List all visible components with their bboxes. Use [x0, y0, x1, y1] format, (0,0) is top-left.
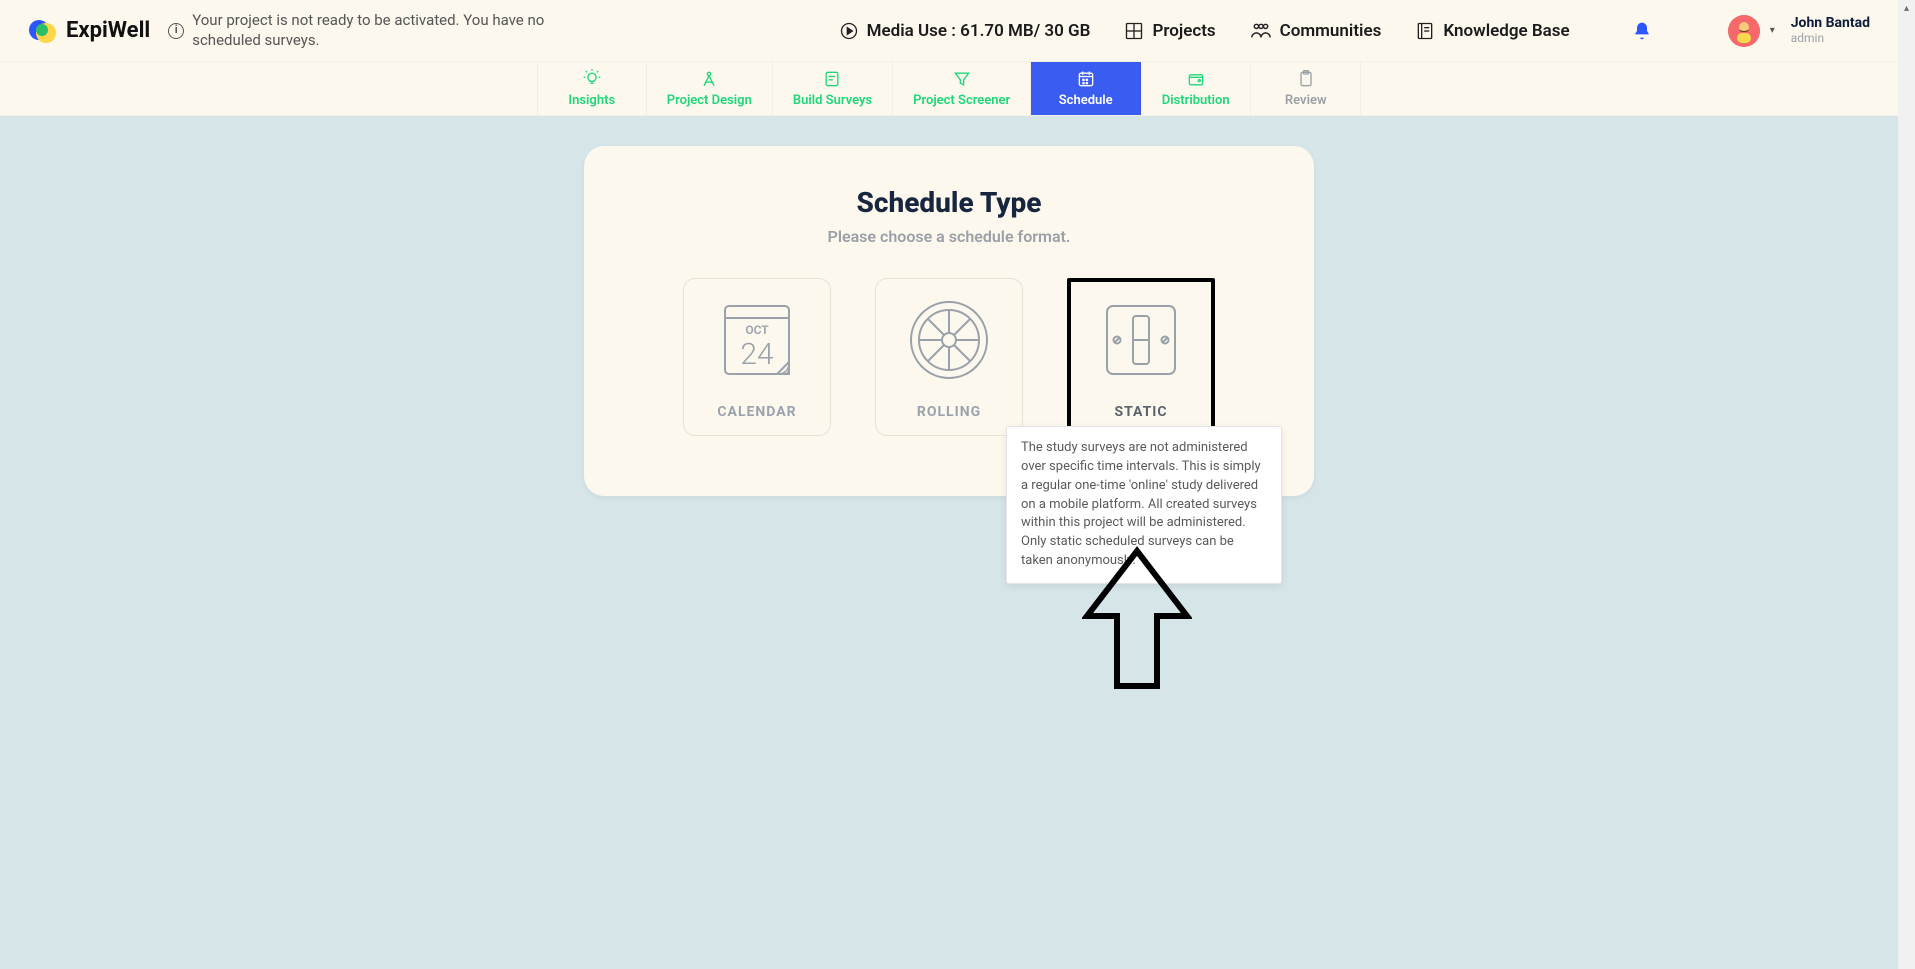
schedule-type-rolling[interactable]: ROLLING: [875, 278, 1023, 436]
calendar-page-icon: OCT 24: [711, 294, 803, 386]
tab-project-design[interactable]: Project Design: [647, 62, 773, 115]
tab-project-screener[interactable]: Project Screener: [893, 62, 1031, 115]
switch-plate-icon: [1095, 294, 1187, 386]
user-menu[interactable]: ▾ John Bantad admin: [1728, 15, 1870, 47]
people-icon: [1250, 21, 1272, 41]
main-content: Schedule Type Please choose a schedule f…: [0, 116, 1898, 496]
wheel-icon: [903, 294, 995, 386]
nav-knowledge-base[interactable]: Knowledge Base: [1407, 15, 1577, 47]
calendar-icon: [1076, 69, 1096, 89]
media-use-indicator[interactable]: Media Use : 61.70 MB/ 30 GB: [831, 15, 1099, 47]
tab-insights[interactable]: Insights: [537, 62, 647, 115]
nav-projects-label: Projects: [1152, 21, 1215, 41]
svg-text:OCT: OCT: [745, 323, 769, 337]
schedule-type-calendar[interactable]: OCT 24 CALENDAR: [683, 278, 831, 436]
user-role: admin: [1791, 32, 1870, 45]
project-status-message: i Your project is not ready to be activa…: [168, 11, 548, 50]
tab-insights-label: Insights: [568, 93, 615, 108]
wallet-icon: [1186, 69, 1206, 89]
notifications-bell-icon[interactable]: [1632, 21, 1652, 41]
schedule-type-static[interactable]: STATIC: [1067, 278, 1215, 436]
compass-icon: [699, 69, 719, 89]
schedule-type-rolling-label: ROLLING: [917, 404, 981, 420]
funnel-icon: [952, 69, 972, 89]
scroll-up-icon[interactable]: ▴: [1898, 0, 1915, 17]
tab-build-surveys-label: Build Surveys: [793, 93, 872, 108]
clipboard-icon: [1296, 69, 1316, 89]
tab-review-label: Review: [1285, 93, 1327, 108]
lightbulb-icon: [582, 69, 602, 89]
play-circle-icon: [839, 21, 859, 41]
nav-communities-label: Communities: [1280, 21, 1382, 41]
user-name: John Bantad: [1791, 16, 1870, 31]
info-icon: i: [168, 23, 184, 39]
brand-logo-mark: [28, 16, 58, 46]
chevron-down-icon: ▾: [1770, 25, 1775, 36]
annotation-arrow-icon: [1082, 546, 1192, 696]
schedule-type-title: Schedule Type: [634, 186, 1264, 219]
schedule-type-panel: Schedule Type Please choose a schedule f…: [584, 146, 1314, 496]
brand-logo[interactable]: ExpiWell: [28, 16, 150, 46]
project-tab-nav: Insights Project Design Build Surveys Pr…: [0, 62, 1898, 116]
tab-schedule[interactable]: Schedule: [1031, 62, 1141, 115]
tab-distribution-label: Distribution: [1162, 93, 1230, 108]
schedule-type-cards: OCT 24 CALENDAR: [634, 278, 1264, 436]
avatar: [1728, 15, 1760, 47]
tab-review[interactable]: Review: [1251, 62, 1361, 115]
tab-schedule-label: Schedule: [1059, 93, 1113, 108]
tab-build-surveys[interactable]: Build Surveys: [773, 62, 893, 115]
top-header: ExpiWell i Your project is not ready to …: [0, 0, 1898, 62]
schedule-type-subtitle: Please choose a schedule format.: [634, 227, 1264, 246]
nav-communities[interactable]: Communities: [1242, 15, 1390, 47]
scrollbar[interactable]: ▴: [1898, 0, 1915, 969]
media-use-text: Media Use : 61.70 MB/ 30 GB: [867, 21, 1091, 41]
svg-text:24: 24: [740, 337, 774, 372]
brand-name: ExpiWell: [66, 18, 150, 43]
nav-projects[interactable]: Projects: [1116, 15, 1223, 47]
grid-icon: [1124, 21, 1144, 41]
form-icon: [822, 69, 842, 89]
nav-knowledge-base-label: Knowledge Base: [1443, 21, 1569, 41]
book-icon: [1415, 21, 1435, 41]
status-text: Your project is not ready to be activate…: [192, 11, 548, 50]
tab-distribution[interactable]: Distribution: [1141, 62, 1251, 115]
tab-project-design-label: Project Design: [667, 93, 752, 108]
tab-project-screener-label: Project Screener: [913, 93, 1010, 108]
schedule-type-calendar-label: CALENDAR: [717, 404, 796, 420]
schedule-type-static-label: STATIC: [1114, 404, 1167, 420]
